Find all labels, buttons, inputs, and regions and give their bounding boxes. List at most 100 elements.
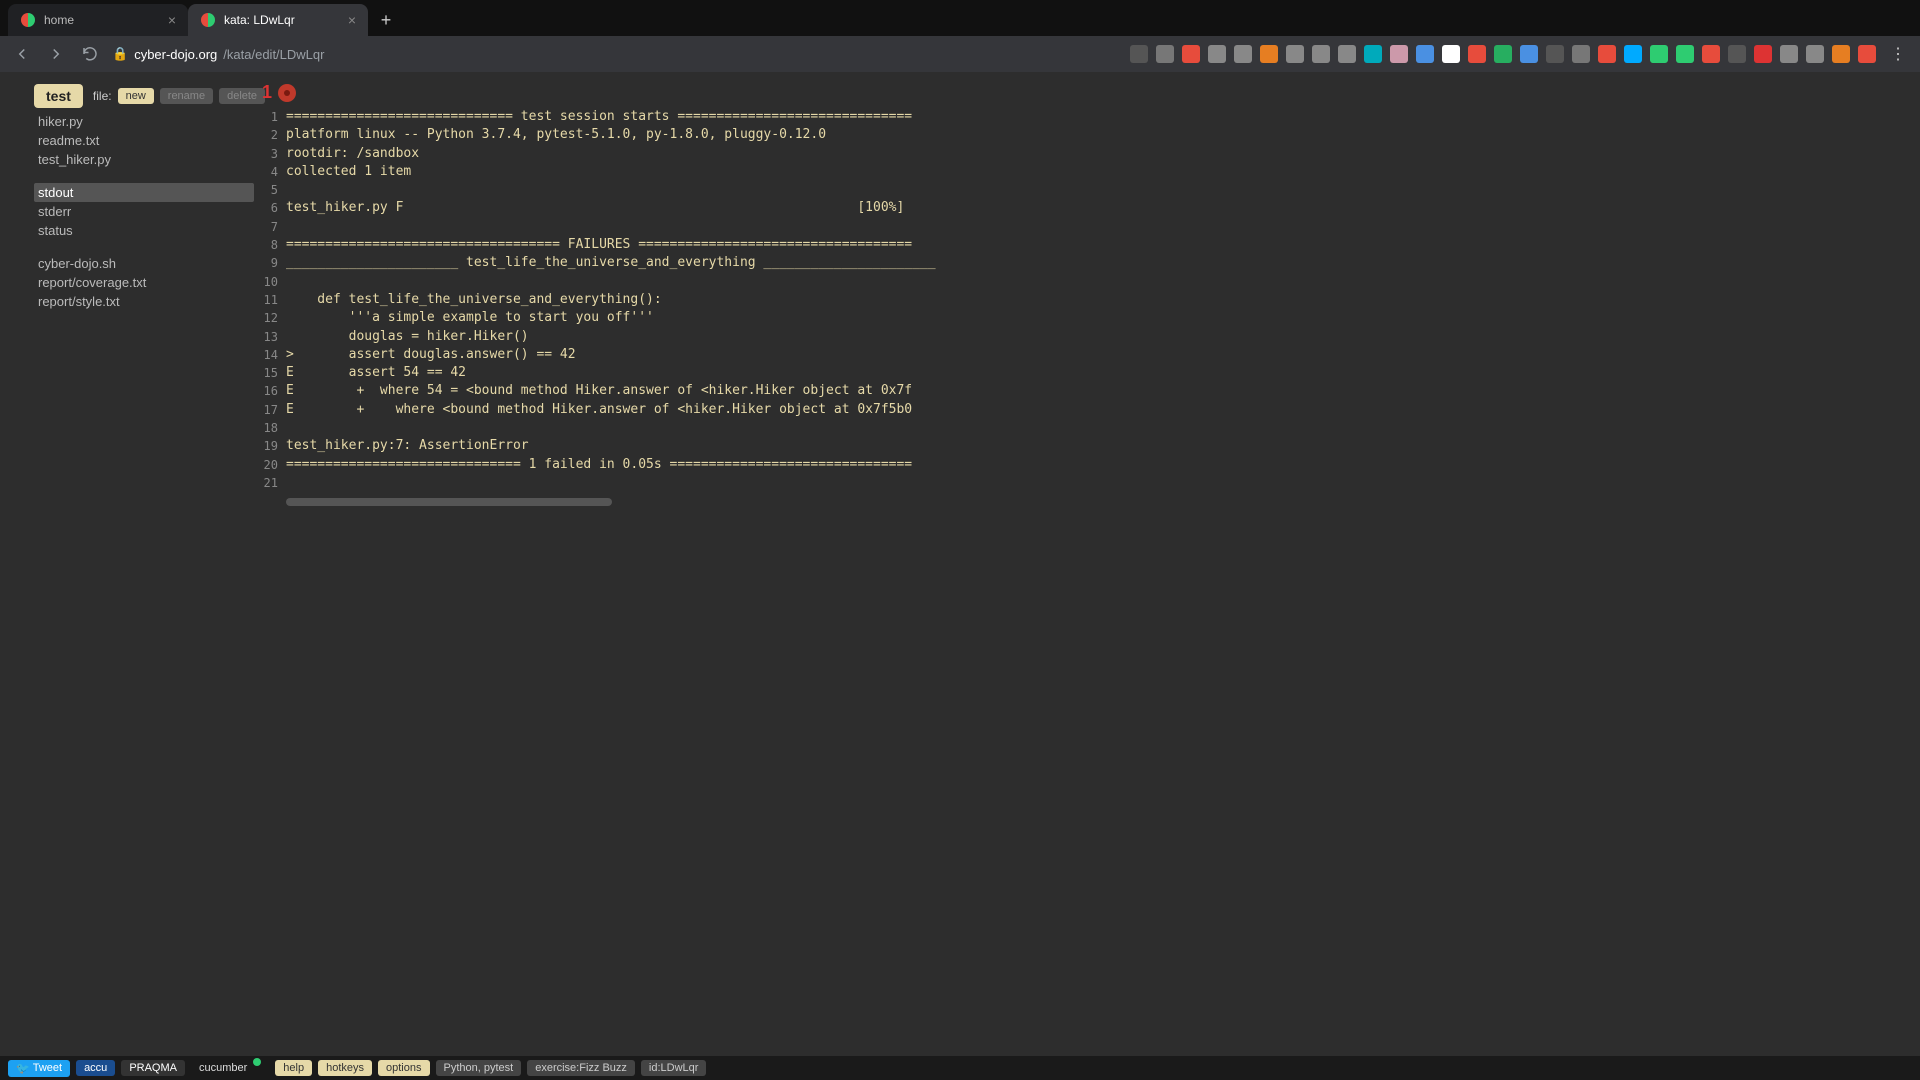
extension-icon[interactable] [1208,45,1226,63]
code-line [286,181,1620,199]
line-gutter: 123456789101112131415161718192021 [258,108,282,492]
editor-pane[interactable]: 123456789101112131415161718192021 ======… [258,108,1620,860]
horizontal-scrollbar[interactable] [286,498,612,506]
browser-addressbar: 🔒 cyber-dojo.org/kata/edit/LDwLqr ⋮ [0,36,1920,72]
code-line: E assert 54 == 42 [286,364,1620,382]
code-line: > assert douglas.answer() == 42 [286,346,1620,364]
id-info: id:LDwLqr [641,1060,707,1076]
code-line [286,474,1620,492]
extension-icon[interactable] [1390,45,1408,63]
url-host: cyber-dojo.org [134,47,217,62]
toolbar: test file: new rename delete [34,84,265,108]
menu-icon[interactable]: ⋮ [1886,42,1910,66]
bottom-bar: 🐦 Tweet accu PRAQMA cucumber help hotkey… [0,1056,1920,1080]
code-line: platform linux -- Python 3.7.4, pytest-5… [286,126,1620,144]
extension-icon[interactable] [1754,45,1772,63]
extension-icon[interactable] [1286,45,1304,63]
extension-icon[interactable] [1858,45,1876,63]
tweet-label: Tweet [33,1062,62,1074]
extension-icon[interactable] [1780,45,1798,63]
file-sidebar: hiker.pyreadme.txttest_hiker.py stdoutst… [34,112,254,325]
code-line: douglas = hiker.Hiker() [286,328,1620,346]
file-item[interactable]: report/coverage.txt [34,273,254,292]
rename-file-button: rename [160,88,213,104]
cucumber-sponsor[interactable]: cucumber [191,1060,255,1076]
hotkeys-button[interactable]: hotkeys [318,1060,372,1076]
new-file-button[interactable]: new [118,88,154,104]
file-item[interactable]: test_hiker.py [34,150,254,169]
indicator-dot-icon [278,84,296,102]
file-item[interactable]: stdout [34,183,254,202]
extension-icon[interactable] [1130,45,1148,63]
browser-tab[interactable]: home × [8,4,188,36]
browser-tab[interactable]: kata: LDwLqr × [188,4,368,36]
reload-button[interactable] [78,42,102,66]
extension-icon[interactable] [1182,45,1200,63]
delete-file-button: delete [219,88,265,104]
code-line: test_hiker.py F [100%] [286,199,1620,217]
accu-sponsor[interactable]: accu [76,1060,115,1076]
code-content[interactable]: ============================= test sessi… [286,108,1620,492]
extension-icon[interactable] [1364,45,1382,63]
test-indicator[interactable]: 1 [262,82,296,103]
file-item[interactable]: report/style.txt [34,292,254,311]
url-field[interactable]: 🔒 cyber-dojo.org/kata/edit/LDwLqr [112,46,324,62]
extension-icon[interactable] [1416,45,1434,63]
back-button[interactable] [10,42,34,66]
extension-icon[interactable] [1156,45,1174,63]
code-line: ============================== 1 failed … [286,456,1620,474]
tweet-button[interactable]: 🐦 Tweet [8,1060,70,1077]
extension-icon[interactable] [1832,45,1850,63]
extension-icon[interactable] [1260,45,1278,63]
code-line: =================================== FAIL… [286,236,1620,254]
tab-favicon [200,12,216,28]
app-body: test file: new rename delete hiker.pyrea… [0,72,1920,1080]
tab-title: home [44,13,160,27]
extension-icons [1130,45,1876,63]
language-info: Python, pytest [436,1060,522,1076]
exercise-info: exercise:Fizz Buzz [527,1060,635,1076]
code-line: test_hiker.py:7: AssertionError [286,437,1620,455]
extension-icon[interactable] [1598,45,1616,63]
file-item[interactable]: readme.txt [34,131,254,150]
close-icon[interactable]: × [168,12,176,28]
extension-icon[interactable] [1442,45,1460,63]
file-item[interactable]: hiker.py [34,112,254,131]
extension-icon[interactable] [1312,45,1330,63]
file-item[interactable]: cyber-dojo.sh [34,254,254,273]
indicator-number: 1 [262,82,272,103]
help-button[interactable]: help [275,1060,312,1076]
test-button[interactable]: test [34,84,83,108]
extension-icon[interactable] [1520,45,1538,63]
extension-icon[interactable] [1806,45,1824,63]
extension-icon[interactable] [1676,45,1694,63]
extension-icon[interactable] [1624,45,1642,63]
browser-tabbar: home × kata: LDwLqr × + [0,0,1920,36]
code-line: ______________________ test_life_the_uni… [286,254,1620,272]
file-item[interactable]: stderr [34,202,254,221]
code-line: def test_life_the_universe_and_everythin… [286,291,1620,309]
cucumber-label: cucumber [199,1062,247,1074]
close-icon[interactable]: × [348,12,356,28]
code-line [286,273,1620,291]
code-line [286,218,1620,236]
extension-icon[interactable] [1468,45,1486,63]
extension-icon[interactable] [1728,45,1746,63]
extension-icon[interactable] [1494,45,1512,63]
extension-icon[interactable] [1234,45,1252,63]
forward-button[interactable] [44,42,68,66]
new-tab-button[interactable]: + [372,6,400,34]
code-line: ============================= test sessi… [286,108,1620,126]
extension-icon[interactable] [1572,45,1590,63]
code-line [286,419,1620,437]
extension-icon[interactable] [1546,45,1564,63]
dot-icon [253,1058,261,1066]
options-button[interactable]: options [378,1060,429,1076]
extension-icon[interactable] [1650,45,1668,63]
praqma-sponsor[interactable]: PRAQMA [121,1060,185,1076]
extension-icon[interactable] [1702,45,1720,63]
code-line: rootdir: /sandbox [286,145,1620,163]
code-line: E + where 54 = <bound method Hiker.answe… [286,382,1620,400]
file-item[interactable]: status [34,221,254,240]
extension-icon[interactable] [1338,45,1356,63]
